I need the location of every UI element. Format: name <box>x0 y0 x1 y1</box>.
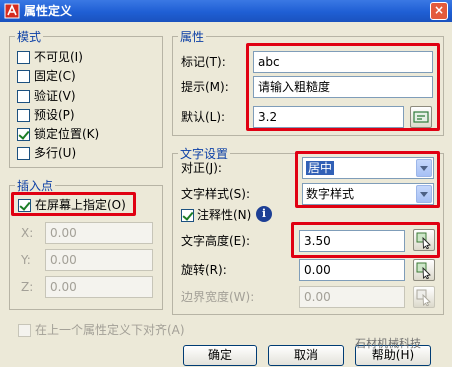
attribute-definition-dialog: 属性定义 × 模式 不可见(I) 固定(C) 验证(V) 预设(P) 锁定位置(… <box>0 0 452 367</box>
constant-checkbox[interactable] <box>17 70 30 83</box>
justify-label: 对正(J): <box>181 161 222 175</box>
mode-group-title: 模式 <box>15 28 44 45</box>
mode-group <box>9 36 163 168</box>
highlight-box-on-screen <box>11 192 136 216</box>
attribute-group-title: 属性 <box>178 28 207 45</box>
verify-label: 验证(V) <box>34 89 76 103</box>
x-field[interactable]: 0.00 <box>45 222 153 244</box>
tag-label: 标记(T): <box>181 55 226 69</box>
align-below-checkbox[interactable] <box>18 324 31 337</box>
highlight-box-attribute <box>246 43 440 131</box>
pick-point-icon <box>416 289 431 307</box>
y-field[interactable]: 0.00 <box>45 249 153 271</box>
pick-rotation-button[interactable] <box>413 259 435 281</box>
z-label: Z: <box>21 280 34 294</box>
close-button[interactable]: × <box>430 2 448 20</box>
invisible-label: 不可见(I) <box>34 50 83 64</box>
pick-point-icon <box>416 262 431 280</box>
boundary-width-field[interactable]: 0.00 <box>299 286 405 308</box>
constant-label: 固定(C) <box>34 69 76 83</box>
align-below-label: 在上一个属性定义下对齐(A) <box>35 323 185 337</box>
invisible-checkbox[interactable] <box>17 51 30 64</box>
rotation-label: 旋转(R): <box>181 263 227 277</box>
default-label: 默认(L): <box>181 110 226 124</box>
annotative-checkbox[interactable] <box>181 209 194 222</box>
info-icon[interactable]: i <box>256 206 272 222</box>
y-label: Y: <box>21 253 31 267</box>
pick-boundary-width-button[interactable] <box>413 286 435 308</box>
annotative-label: 注释性(N) <box>197 208 252 222</box>
multiline-label: 多行(U) <box>34 146 77 160</box>
dialog-title: 属性定义 <box>24 4 73 18</box>
close-icon: × <box>433 3 445 17</box>
preset-label: 预设(P) <box>34 108 75 122</box>
text-height-label: 文字高度(E): <box>181 234 250 248</box>
info-icon-glyph: i <box>261 207 267 220</box>
highlight-box-text-style <box>295 151 440 208</box>
ok-button[interactable]: 确定 <box>183 345 257 366</box>
verify-checkbox[interactable] <box>17 90 30 103</box>
watermark-text: 石材机械科技 <box>355 337 421 350</box>
cancel-button[interactable]: 取消 <box>268 345 344 366</box>
rotation-field[interactable]: 0.00 <box>299 259 405 281</box>
preset-checkbox[interactable] <box>17 109 30 122</box>
multiline-checkbox[interactable] <box>17 147 30 160</box>
lock-position-label: 锁定位置(K) <box>34 127 100 141</box>
highlight-box-text-height <box>291 222 440 258</box>
lock-position-checkbox[interactable] <box>17 128 30 141</box>
text-style-label: 文字样式(S): <box>181 187 251 201</box>
autocad-app-icon <box>4 3 20 19</box>
boundary-width-label: 边界宽度(W): <box>181 290 255 304</box>
z-field[interactable]: 0.00 <box>45 276 153 298</box>
x-label: X: <box>21 226 34 240</box>
title-bar: 属性定义 × <box>0 0 452 22</box>
prompt-label: 提示(M): <box>181 80 229 94</box>
